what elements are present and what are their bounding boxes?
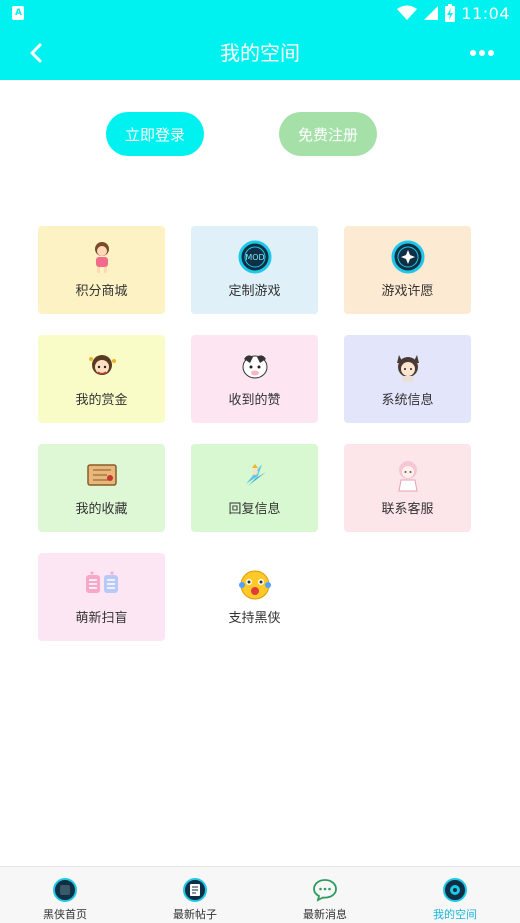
signal-icon <box>424 6 439 20</box>
svg-text:MOD: MOD <box>245 253 264 262</box>
tile-label: 萌新扫盲 <box>75 611 128 626</box>
tile-support[interactable]: 支持黑侠 <box>191 553 318 641</box>
tile-points-mall[interactable]: 积分商城 <box>38 226 165 314</box>
tile-label: 收到的赞 <box>228 393 281 408</box>
tile-customer-service[interactable]: 联系客服 <box>344 444 471 532</box>
nav-my-space[interactable]: 我的空间 <box>390 867 520 923</box>
wish-badge-icon <box>391 240 424 274</box>
tile-label: 联系客服 <box>381 502 434 517</box>
tile-label: 系统信息 <box>381 393 434 408</box>
surprised-face-icon <box>238 570 271 600</box>
status-icons: 11:04 <box>397 2 510 24</box>
wifi-icon <box>397 5 418 20</box>
bottom-nav: 黑侠首页 最新帖子 最新消息 我的空间 <box>0 866 520 923</box>
bounty-avatar-icon <box>88 355 116 375</box>
nav-home[interactable]: 黑侠首页 <box>0 867 130 923</box>
tile-label: 游戏许愿 <box>381 284 434 299</box>
tile-label: 回复信息 <box>228 502 281 517</box>
fairy-icon <box>245 464 266 486</box>
tile-label: 我的赏金 <box>75 393 128 408</box>
login-button[interactable]: 立即登录 <box>106 112 204 156</box>
app-indicator-icon: A <box>12 6 24 20</box>
register-button[interactable]: 免费注册 <box>279 112 377 156</box>
cow-avatar-icon <box>242 355 267 379</box>
chevron-left-icon <box>30 43 42 63</box>
page-title: 我的空间 <box>220 41 300 65</box>
app-bar: 我的空间 <box>0 26 520 80</box>
tile-label: 定制游戏 <box>228 284 281 299</box>
clock: 11:04 <box>461 3 510 23</box>
tile-likes-received[interactable]: 收到的赞 <box>191 335 318 423</box>
posts-badge-icon <box>183 878 207 902</box>
service-girl-icon <box>397 461 418 492</box>
more-dots-icon <box>470 50 494 56</box>
tile-label: 我的收藏 <box>75 502 128 517</box>
cat-ear-avatar-icon <box>396 355 419 382</box>
battery-icon <box>445 4 456 22</box>
nav-label: 最新消息 <box>303 908 347 921</box>
nav-label: 我的空间 <box>433 908 477 921</box>
tile-custom-game[interactable]: MOD 定制游戏 <box>191 226 318 314</box>
tile-label: 积分商城 <box>75 284 128 299</box>
girl-avatar-icon <box>94 242 109 273</box>
tile-newbie-guide[interactable]: 萌新扫盲 <box>38 553 165 641</box>
home-badge-icon <box>53 878 77 902</box>
tile-my-bounty[interactable]: 我的赏金 <box>38 335 165 423</box>
tile-label: 支持黑侠 <box>228 611 281 626</box>
tile-game-wish[interactable]: 游戏许愿 <box>344 226 471 314</box>
newbie-text-icon <box>85 571 118 593</box>
tile-my-favorites[interactable]: 我的收藏 <box>38 444 165 532</box>
chat-bubble-icon <box>313 879 337 902</box>
nav-label: 最新帖子 <box>173 908 217 921</box>
back-button[interactable] <box>20 38 52 68</box>
status-bar: A 11:04 <box>0 0 520 26</box>
nav-messages[interactable]: 最新消息 <box>260 867 390 923</box>
more-button[interactable] <box>464 38 500 68</box>
treasure-map-icon <box>86 464 117 486</box>
nav-posts[interactable]: 最新帖子 <box>130 867 260 923</box>
nav-label: 黑侠首页 <box>43 908 87 921</box>
tile-system-info[interactable]: 系统信息 <box>344 335 471 423</box>
tile-reply-info[interactable]: 回复信息 <box>191 444 318 532</box>
space-badge-icon <box>443 878 467 902</box>
mod-badge-icon: MOD <box>238 240 271 274</box>
